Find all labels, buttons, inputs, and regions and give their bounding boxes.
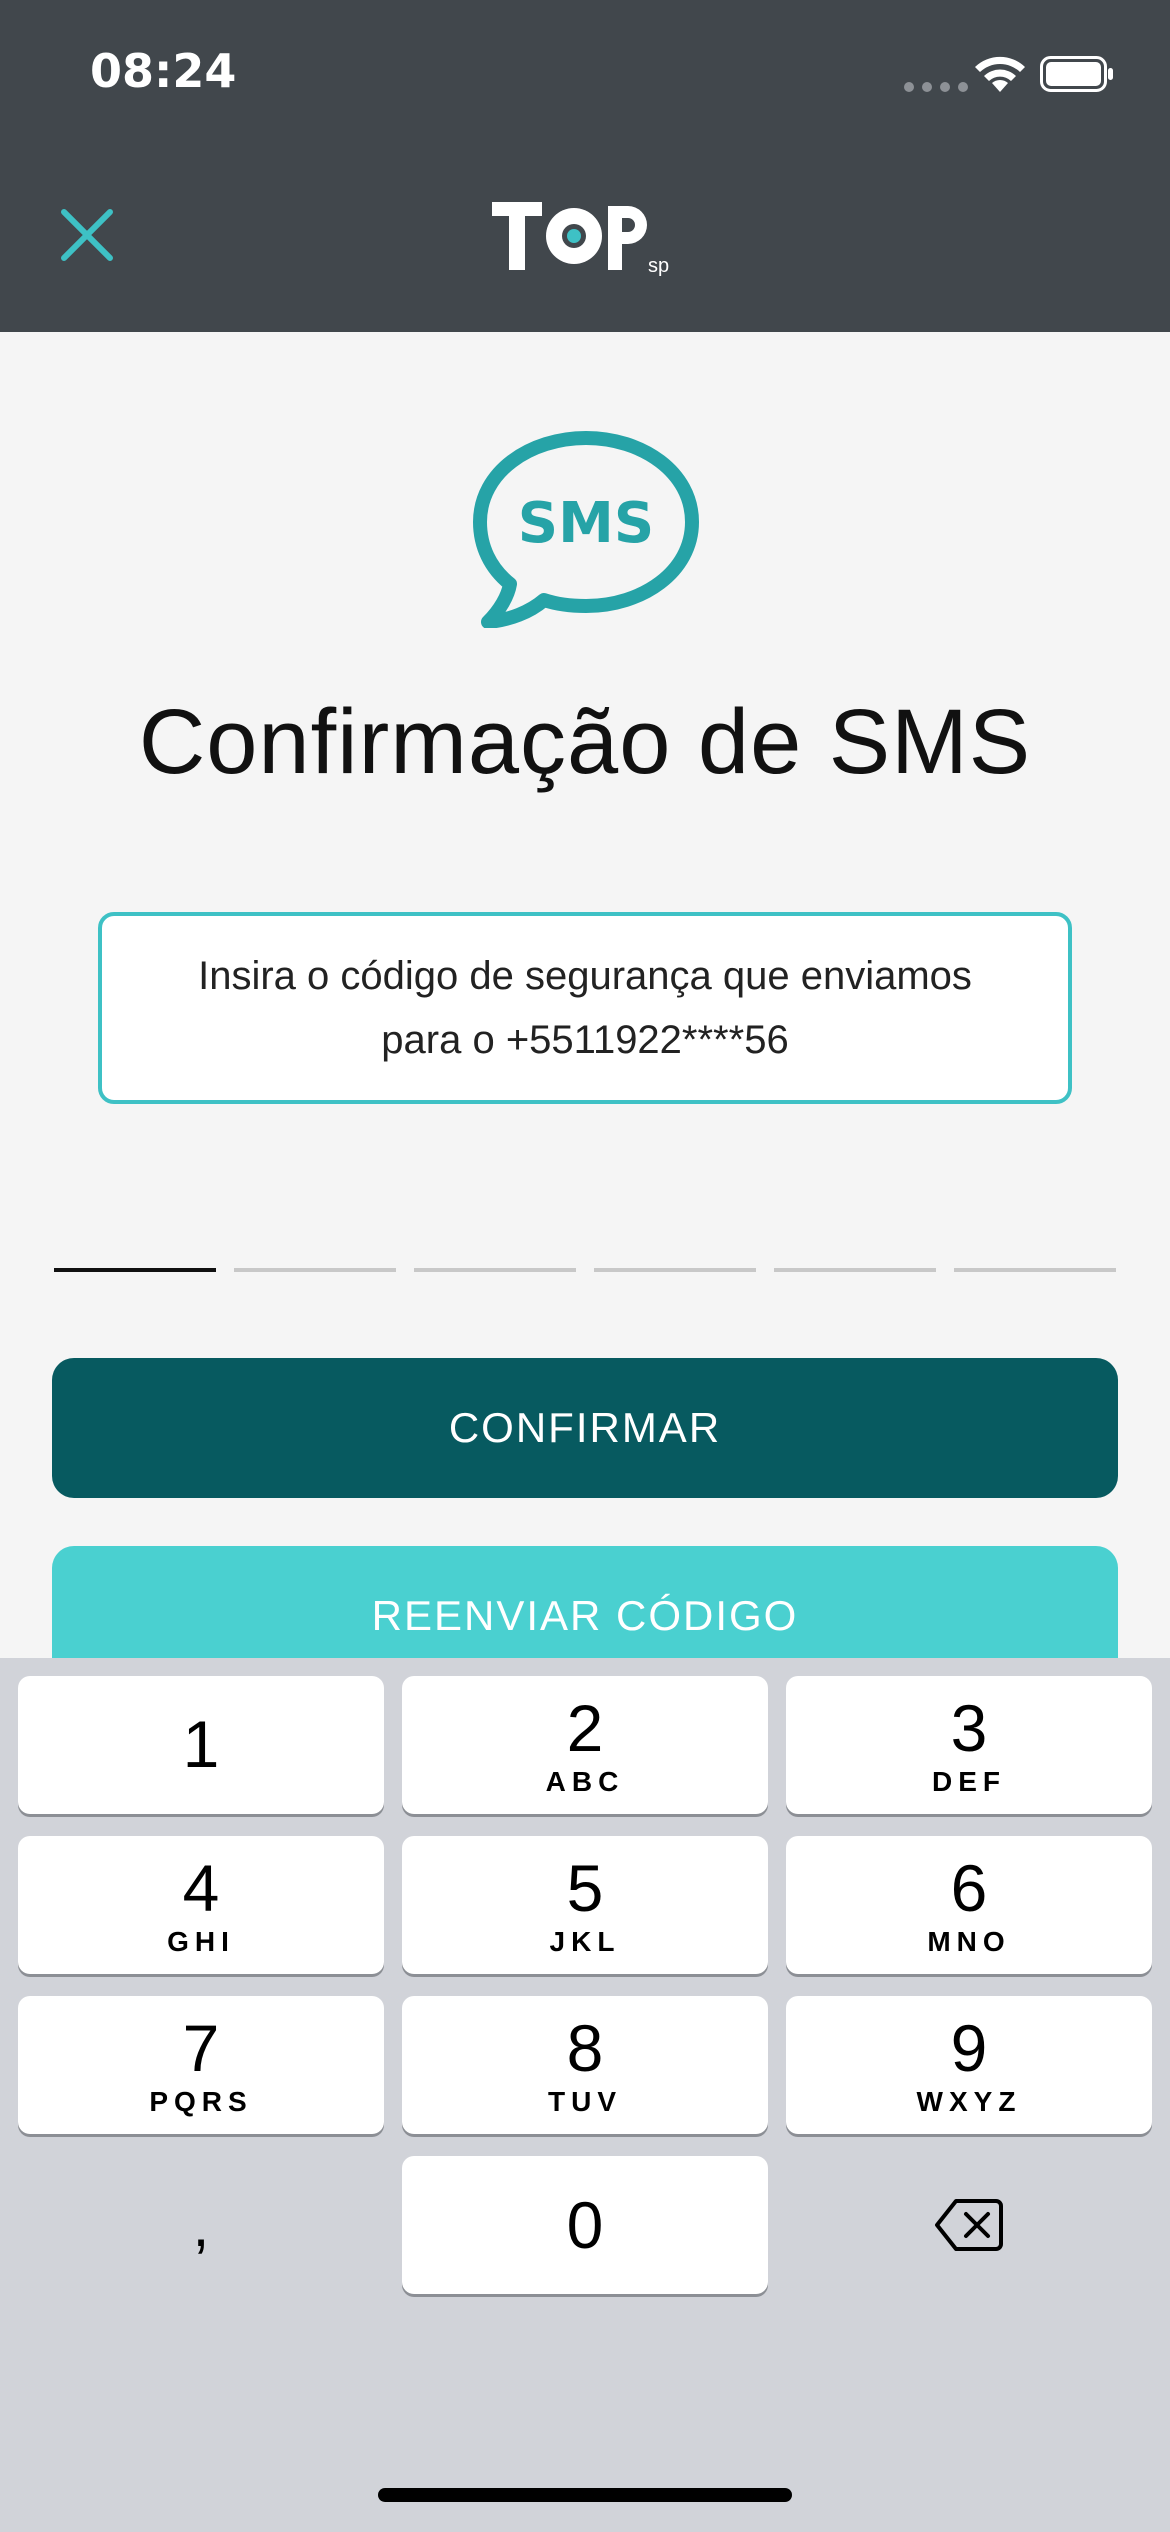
confirm-button[interactable]: CONFIRMAR — [52, 1358, 1118, 1498]
status-bar: 08:24 — [0, 0, 1170, 150]
status-time: 08:24 — [90, 44, 237, 98]
key-3[interactable]: 3 DEF — [786, 1676, 1152, 1814]
code-input[interactable] — [54, 1268, 1116, 1274]
key-number: 9 — [950, 2011, 988, 2085]
key-comma[interactable]: , — [18, 2156, 384, 2294]
key-8[interactable]: 8 TUV — [402, 1996, 768, 2134]
key-number: 2 — [566, 1691, 604, 1765]
code-digit-2[interactable] — [234, 1268, 396, 1272]
key-2[interactable]: 2 ABC — [402, 1676, 768, 1814]
key-number: 7 — [182, 2011, 220, 2085]
code-digit-1[interactable] — [54, 1268, 216, 1272]
key-number: 0 — [566, 2188, 604, 2262]
key-5[interactable]: 5 JKL — [402, 1836, 768, 1974]
comma-label: , — [192, 2191, 210, 2259]
key-letters: ABC — [545, 1766, 625, 1797]
close-button[interactable] — [58, 206, 116, 264]
key-7[interactable]: 7 PQRS — [18, 1996, 384, 2134]
key-9[interactable]: 9 WXYZ — [786, 1996, 1152, 2134]
wifi-icon — [975, 56, 1025, 92]
key-number: 8 — [566, 2011, 604, 2085]
numeric-keyboard: 1 2 ABC 3 DEF 4 GHI 5 JKL 6 MNO 7 PQRS 8… — [0, 1658, 1170, 2532]
key-delete[interactable] — [786, 2156, 1152, 2294]
key-number: 6 — [950, 1851, 988, 1925]
key-letters: MNO — [927, 1926, 1011, 1957]
delete-icon — [935, 2199, 1003, 2251]
key-number: 4 — [182, 1851, 220, 1925]
key-number: 5 — [566, 1851, 604, 1925]
key-letters: GHI — [167, 1926, 235, 1957]
home-indicator[interactable] — [378, 2488, 792, 2502]
cellular-signal-icon — [904, 82, 968, 92]
key-0[interactable]: 0 — [402, 2156, 768, 2294]
key-1[interactable]: 1 — [18, 1676, 384, 1814]
key-4[interactable]: 4 GHI — [18, 1836, 384, 1974]
key-letters: PQRS — [149, 2086, 253, 2117]
key-letters: TUV — [548, 2086, 622, 2117]
instruction-line-1: Insira o código de segurança que enviamo… — [198, 954, 972, 998]
key-letters: JKL — [549, 1926, 621, 1957]
key-number: 3 — [950, 1691, 988, 1765]
key-letters: DEF — [932, 1766, 1006, 1797]
battery-icon — [1040, 56, 1113, 92]
instruction-line-2: para o +5511922****56 — [381, 1018, 789, 1062]
logo-sub-text: sp — [648, 255, 669, 277]
instruction-text: Insira o código de segurança que enviamo… — [198, 944, 972, 1072]
code-digit-5[interactable] — [774, 1268, 936, 1272]
top-sp-logo: sp — [492, 202, 669, 277]
sms-icon-label: SMS — [518, 491, 654, 556]
key-letters: WXYZ — [916, 2086, 1022, 2117]
sms-bubble-icon: SMS — [473, 431, 699, 628]
code-digit-4[interactable] — [594, 1268, 756, 1272]
page-title: Confirmação de SMS — [138, 691, 1032, 793]
key-number: 1 — [182, 1707, 220, 1781]
key-6[interactable]: 6 MNO — [786, 1836, 1152, 1974]
app-header: 08:24 sp — [0, 0, 1170, 332]
code-digit-3[interactable] — [414, 1268, 576, 1272]
code-digit-6[interactable] — [954, 1268, 1116, 1272]
instruction-box: Insira o código de segurança que enviamo… — [98, 912, 1072, 1104]
